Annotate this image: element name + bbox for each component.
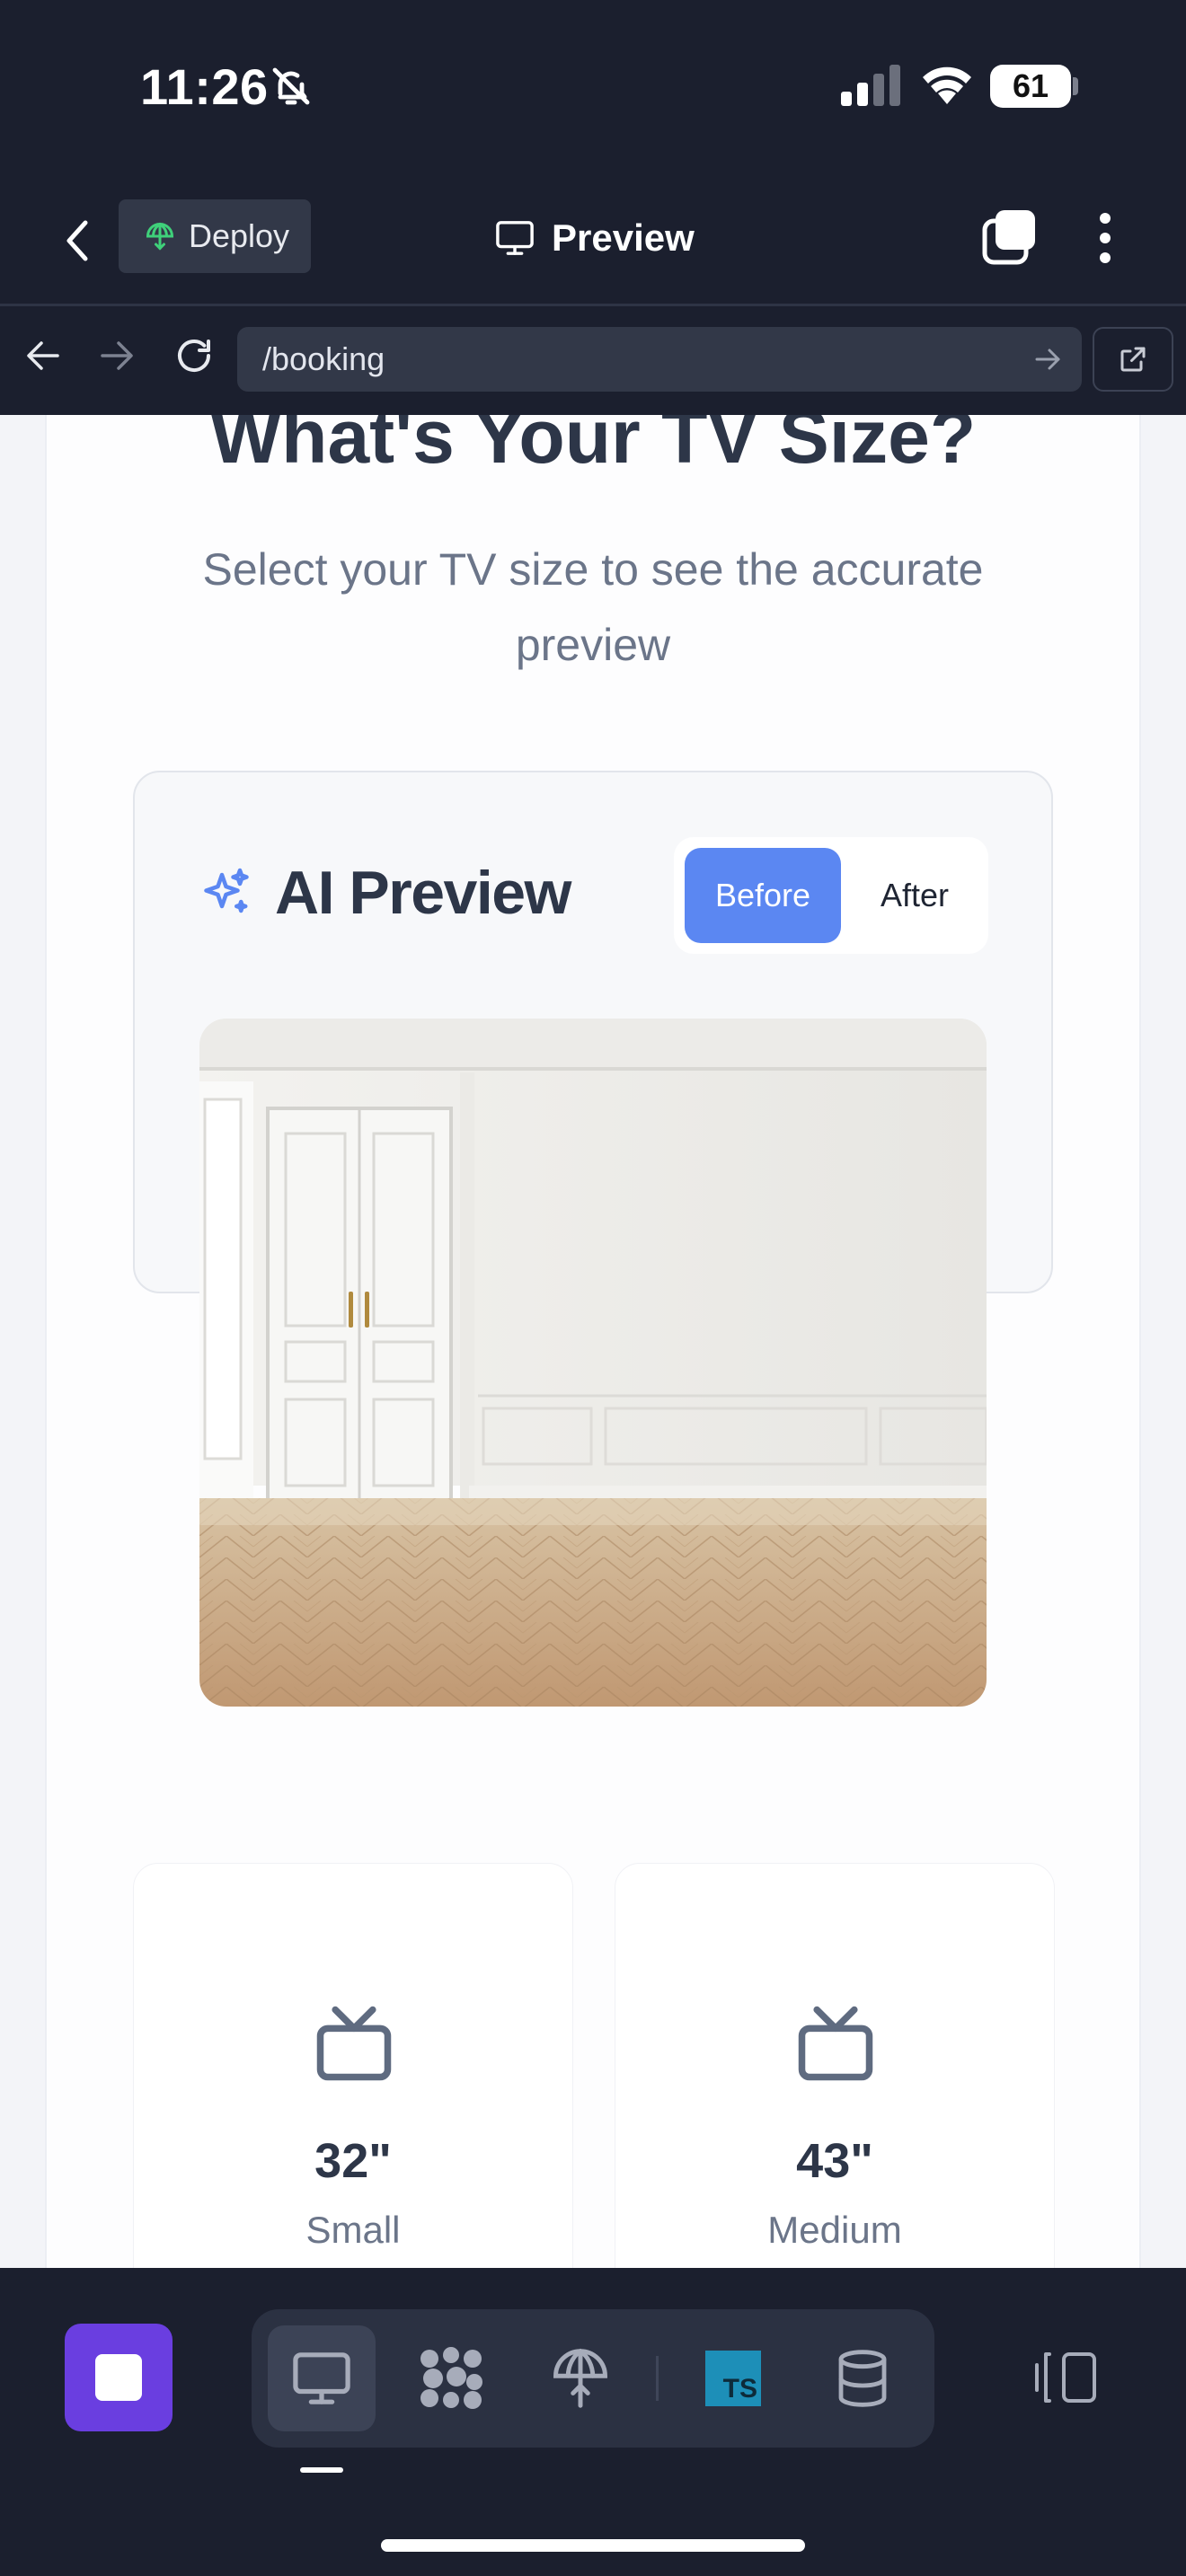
tool-database[interactable] [809,2325,916,2431]
browser-bar: /booking [0,307,1186,415]
toggle-before-button[interactable]: Before [685,848,841,943]
page-subtitle: Select your TV size to see the accurate … [202,544,984,670]
stop-button[interactable] [65,2324,173,2431]
room-preview-image [199,1019,987,1707]
header-title-label: Preview [552,216,695,259]
reload-icon[interactable] [167,329,221,383]
webview: What's Your TV Size? Select your TV size… [0,415,1186,2268]
monitor-icon [496,221,534,255]
tv-icon [316,2006,392,2081]
battery-indicator: 61 [990,65,1071,108]
deploy-button[interactable]: Deploy [119,199,311,273]
header-divider [0,304,1186,306]
tool-deploy[interactable] [527,2325,634,2431]
tv-icon [798,2006,873,2081]
screen: 11:26 61 Deploy Preview /booking What's … [0,0,1186,2576]
side-panel-icon [1035,2352,1096,2403]
tool-typescript[interactable]: TS [679,2325,787,2431]
size-option-medium[interactable]: 43" Medium [615,1863,1055,2268]
ai-preview-title: AI Preview [199,855,571,931]
wifi-icon [923,66,971,104]
go-arrow-icon[interactable] [1031,341,1064,377]
external-link-icon [1120,347,1146,372]
typescript-icon: TS [705,2351,761,2406]
page-heading: What's Your TV Size? [209,415,977,479]
tabs-icon[interactable] [981,207,1039,266]
deploy-icon [146,222,174,251]
size-value: 43" [796,2134,873,2188]
database-icon [838,2350,887,2407]
tool-switcher: TS [252,2309,934,2448]
bell-off-icon [272,67,310,105]
chevron-left-icon [66,220,88,261]
monitor-icon [293,2352,350,2404]
tool-nodes[interactable] [397,2325,505,2431]
home-indicator [381,2539,805,2552]
ai-preview-title-text: AI Preview [275,859,571,927]
status-bar: 11:26 61 [0,0,1186,171]
sparkles-icon [204,868,249,913]
tool-preview[interactable] [268,2325,376,2431]
before-after-toggle: Before After [674,837,988,954]
size-value: 32" [314,2134,392,2188]
toggle-after-button[interactable]: After [852,848,978,943]
more-options-icon[interactable] [1087,207,1123,269]
cellular-signal-icon [841,65,900,106]
size-label: Medium [767,2209,902,2251]
open-external-button[interactable] [1093,327,1173,392]
active-tool-indicator [300,2467,343,2473]
size-option-small[interactable]: 32" Small [133,1863,573,2268]
url-text: /booking [262,340,385,377]
stop-icon [95,2354,142,2401]
battery-level: 61 [1012,67,1049,104]
back-button[interactable] [56,208,97,273]
size-label: Small [305,2209,401,2251]
browser-forward-icon[interactable] [90,329,144,383]
deploy-label: Deploy [189,217,290,254]
app-header: Deploy Preview [0,180,1186,305]
ai-preview-panel: AI Preview Before After [133,771,1053,1707]
bottom-dock: TS [0,2268,1186,2576]
nodes-icon [420,2347,482,2409]
status-time: 11:26 [140,58,269,115]
tool-separator [656,2356,659,2401]
header-title: Preview [494,207,695,269]
deploy-icon [553,2348,607,2408]
browser-back-icon[interactable] [16,329,70,383]
url-field[interactable]: /booking [237,327,1082,392]
battery-tip [1073,77,1078,95]
side-panel-button[interactable] [1030,2342,1102,2413]
